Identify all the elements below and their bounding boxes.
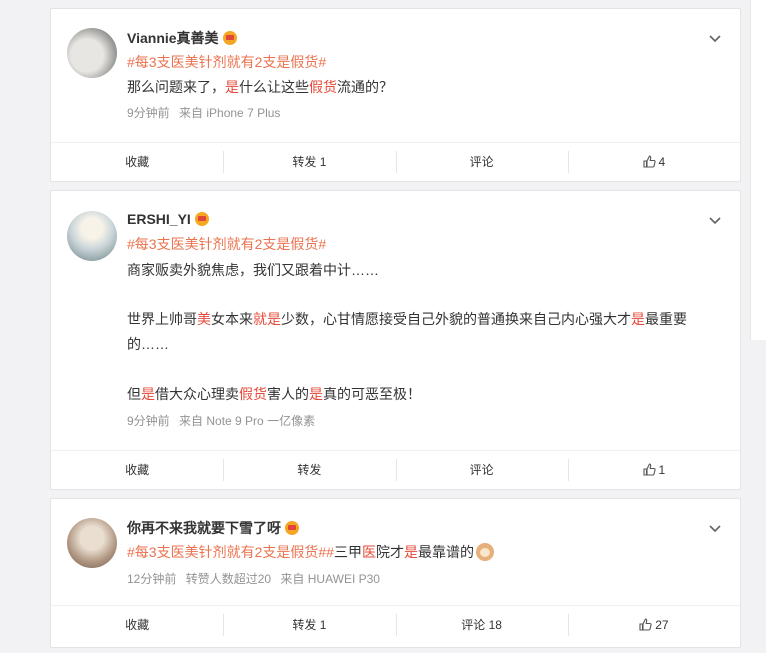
- favorite-button[interactable]: 收藏: [51, 614, 223, 636]
- username[interactable]: 你再不来我就要下雪了呀: [127, 518, 281, 538]
- topic-link[interactable]: #每3支医美针剂就有2支是假货#: [127, 236, 326, 252]
- avatar[interactable]: [67, 211, 117, 261]
- post-meta: 12分钟前 转赞人数超过20 来自 HUAWEI P30: [127, 570, 386, 587]
- like-button[interactable]: 27: [567, 614, 740, 636]
- topic-link-secondary[interactable]: #三甲医院才是最靠谱的: [326, 544, 474, 560]
- post-card: ERSHI_YI #每3支医美针剂就有2支是假货# 商家贩卖外貌焦虑，我们又跟着…: [50, 190, 741, 490]
- topic-link[interactable]: #每3支医美针剂就有2支是假货#: [127, 54, 326, 70]
- post-source: 来自 iPhone 7 Plus: [179, 106, 281, 120]
- post-header: Viannie真善美: [127, 28, 237, 48]
- cat-emoji-icon: [475, 543, 494, 561]
- post-text: 商家贩卖外貌焦虑，我们又跟着中计……: [127, 262, 379, 278]
- post-text: 那么问题来了，是什么让这些假货流通的？: [127, 79, 393, 95]
- post-card: 你再不来我就要下雪了呀 #每3支医美针剂就有2支是假货##三甲医院才是最靠谱的 …: [50, 498, 741, 648]
- post-time[interactable]: 9分钟前: [127, 106, 170, 120]
- like-count: 27: [655, 618, 669, 632]
- chevron-down-icon[interactable]: [708, 521, 722, 535]
- thumbs-up-icon: [642, 155, 656, 168]
- post-header: ERSHI_YI: [127, 211, 209, 227]
- avatar[interactable]: [67, 28, 117, 78]
- like-button[interactable]: 4: [567, 151, 740, 173]
- action-bar: 收藏 转发 评论 1: [51, 450, 740, 489]
- action-bar: 收藏 转发 1 评论 4: [51, 142, 740, 181]
- post-text: #每3支医美针剂就有2支是假货##三甲医院才是最靠谱的: [127, 542, 494, 562]
- post-card: Viannie真善美 #每3支医美针剂就有2支是假货# 那么问题来了，是什么让这…: [50, 8, 741, 182]
- like-count: 4: [658, 155, 666, 169]
- post-topic: #每3支医美针剂就有2支是假货#: [127, 52, 326, 72]
- avatar[interactable]: [67, 518, 117, 568]
- post-meta: 9分钟前 来自 Note 9 Pro 一亿像素: [127, 412, 321, 429]
- like-button[interactable]: 1: [567, 459, 740, 481]
- favorite-button[interactable]: 收藏: [51, 151, 223, 173]
- comment-button[interactable]: 评论 18: [395, 614, 568, 636]
- post-header: 你再不来我就要下雪了呀: [127, 518, 299, 538]
- reposters-count: 转赞人数超过20: [185, 572, 272, 586]
- post-topic: #每3支医美针剂就有2支是假货#: [127, 234, 326, 254]
- post-text: 世界上帅哥美女本来就是少数，心甘情愿接受自己外貌的普通换来自己内心强大才是最重要…: [127, 311, 687, 352]
- like-count: 1: [658, 463, 666, 477]
- favorite-button[interactable]: 收藏: [51, 459, 223, 481]
- post-meta: 9分钟前 来自 iPhone 7 Plus: [127, 104, 286, 121]
- crown-badge-icon: [285, 521, 299, 535]
- sidebar-edge: [750, 0, 766, 340]
- post-time[interactable]: 12分钟前: [127, 572, 176, 586]
- repost-button[interactable]: 转发 1: [223, 614, 395, 636]
- post-source: 来自 HUAWEI P30: [280, 572, 380, 586]
- username[interactable]: ERSHI_YI: [127, 211, 191, 227]
- post-text: 但是借大众心理卖假货害人的是真的可恶至极！: [127, 386, 421, 402]
- repost-button[interactable]: 转发: [223, 459, 395, 481]
- action-bar: 收藏 转发 1 评论 18 27: [51, 605, 740, 644]
- chevron-down-icon[interactable]: [708, 213, 722, 227]
- comment-button[interactable]: 评论: [395, 459, 568, 481]
- thumbs-up-icon: [642, 463, 656, 476]
- chevron-down-icon[interactable]: [708, 31, 722, 45]
- repost-button[interactable]: 转发 1: [223, 151, 395, 173]
- comment-button[interactable]: 评论: [395, 151, 568, 173]
- crown-badge-icon: [194, 212, 209, 226]
- topic-link[interactable]: #每3支医美针剂就有2支是假货#: [127, 544, 326, 560]
- thumbs-up-icon: [639, 618, 652, 631]
- post-source: 来自 Note 9 Pro 一亿像素: [179, 414, 316, 428]
- username[interactable]: Viannie真善美: [127, 28, 219, 48]
- post-time[interactable]: 9分钟前: [127, 414, 170, 428]
- crown-badge-icon: [222, 31, 237, 45]
